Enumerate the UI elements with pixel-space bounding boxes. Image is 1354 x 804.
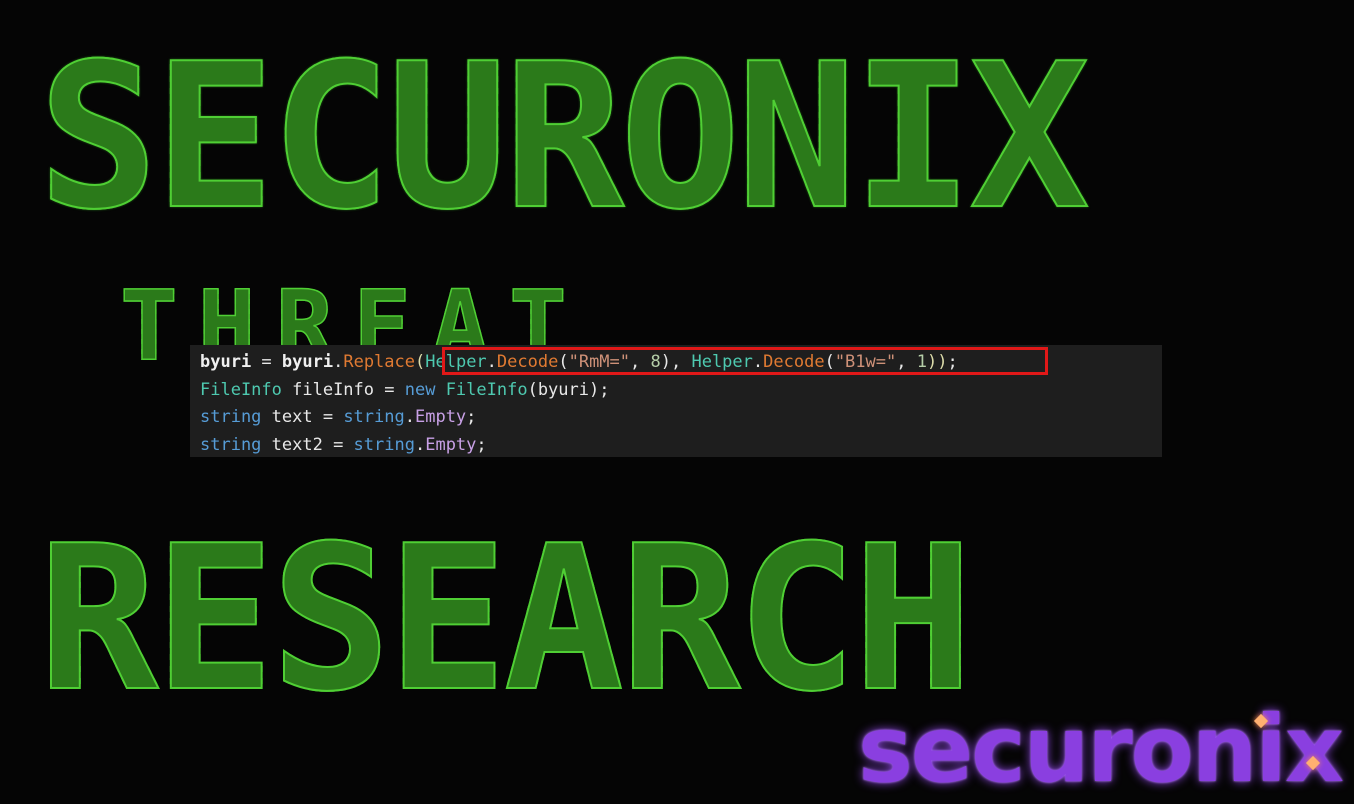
code-line-2: FileInfo fileInfo = new FileInfo(byuri); xyxy=(200,379,610,400)
logo-wordmark: securonix xyxy=(858,696,1344,803)
code-line-1: byuri = byuri.Replace(Helper.Decode("RmM… xyxy=(200,352,958,372)
code-line-4: string text2 = string.Empty; xyxy=(200,434,487,455)
banner-image: SECURONIX THREAT RESEARCH byuri = byuri.… xyxy=(0,0,1354,804)
securonix-logo: securonix xyxy=(858,704,1344,798)
ascii-title-research: RESEARCH xyxy=(37,503,974,736)
code-line-3: string text = string.Empty; xyxy=(200,407,477,427)
code-snippet: byuri = byuri.Replace(Helper.Decode("RmM… xyxy=(190,345,1162,457)
ascii-title-securonix: SECURONIX xyxy=(37,21,1091,254)
